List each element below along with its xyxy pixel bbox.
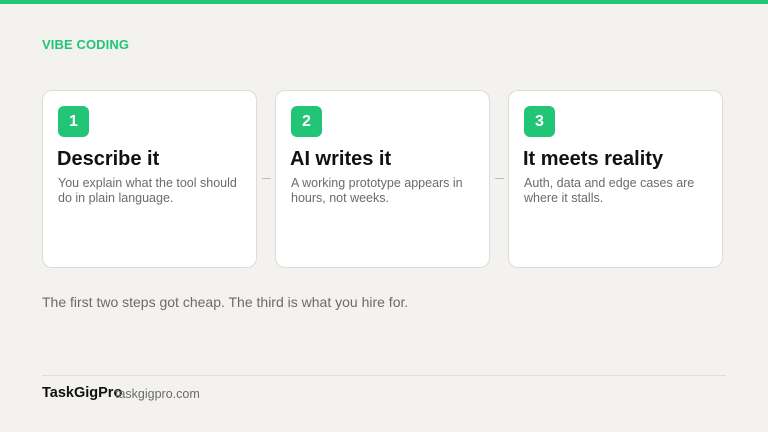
section-eyebrow: VIBE CODING (42, 37, 130, 52)
step-title: Describe it (57, 148, 160, 170)
step-card-3: 3 It meets reality Auth, data and edge c… (508, 90, 723, 268)
brand-url: taskgigpro.com (115, 387, 200, 401)
step-description: Auth, data and edge cases are where it s… (524, 176, 695, 205)
step-description: A working prototype appears in hours, no… (291, 176, 463, 205)
brand-name: TaskGigPro (42, 385, 123, 401)
step-title: AI writes it (290, 148, 392, 170)
step-number-badge: 3 (524, 106, 555, 137)
step-connector-dash (495, 178, 504, 179)
top-accent-bar (0, 0, 768, 4)
step-card-1: 1 Describe it You explain what the tool … (42, 90, 257, 268)
step-connector-dash (262, 178, 271, 179)
step-number-badge: 2 (291, 106, 322, 137)
step-title: It meets reality (523, 148, 664, 170)
footer-divider (42, 375, 726, 376)
steps-row: 1 Describe it You explain what the tool … (42, 90, 725, 270)
step-card-2: 2 AI writes it A working prototype appea… (275, 90, 490, 268)
summary-text: The first two steps got cheap. The third… (42, 294, 409, 310)
step-number-badge: 1 (58, 106, 89, 137)
step-description: You explain what the tool should do in p… (58, 176, 237, 205)
